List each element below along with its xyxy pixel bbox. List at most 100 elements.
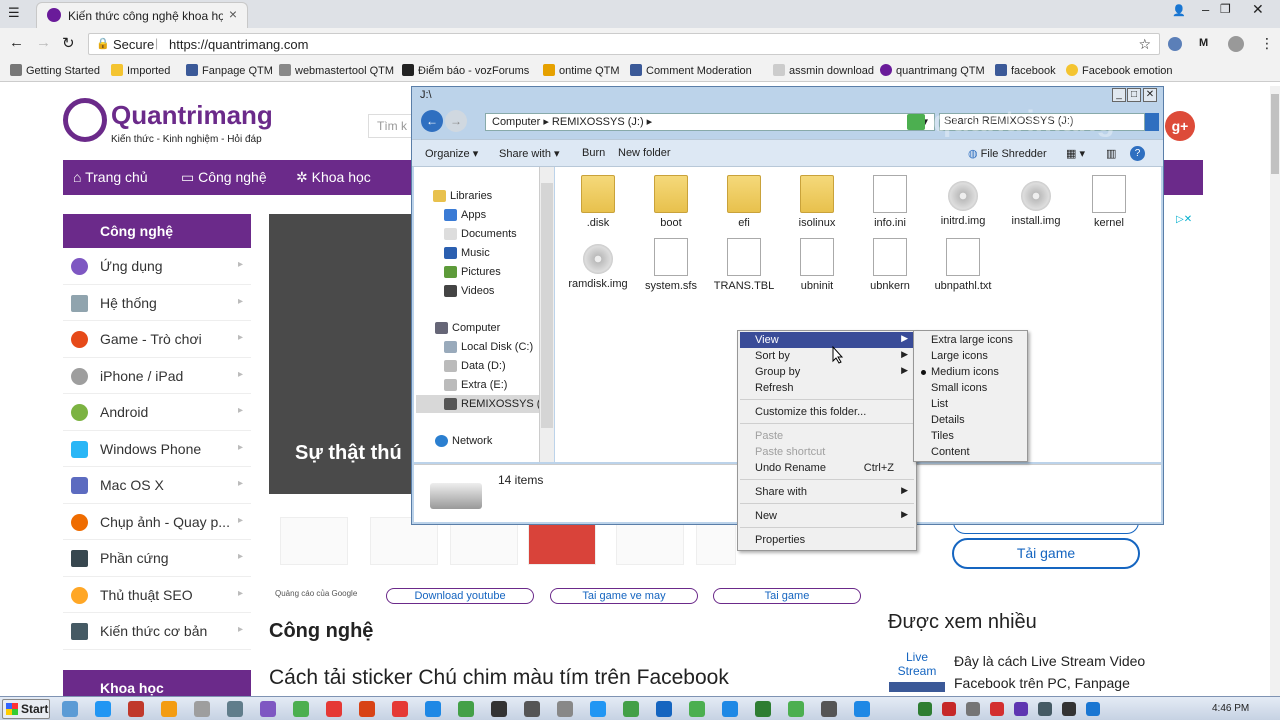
site-logo[interactable]: Quantrimang Kiến thức - Kinh nghiệm - Hỏ…: [63, 98, 283, 148]
view-options-icon[interactable]: ▦ ▾: [1066, 147, 1085, 160]
tray-icon[interactable]: [966, 702, 980, 716]
page-scrollbar[interactable]: [1270, 86, 1280, 696]
help-icon[interactable]: ?: [1130, 146, 1145, 161]
taskbar-app-icon[interactable]: [95, 701, 111, 717]
taskbar-app-icon[interactable]: [458, 701, 474, 717]
back-icon[interactable]: ←: [421, 110, 443, 132]
hero-image[interactable]: Sự thật thú: [269, 214, 414, 494]
view-large-icons[interactable]: Large icons: [916, 348, 1026, 364]
file-item[interactable]: boot: [636, 175, 706, 229]
reload-icon[interactable]: ↻: [62, 34, 75, 52]
menu-paste[interactable]: Paste: [740, 428, 914, 444]
view-medium-icons[interactable]: Medium icons: [916, 364, 1026, 380]
taskbar-app-icon[interactable]: [260, 701, 276, 717]
nav-music[interactable]: Music: [444, 247, 490, 259]
nav-home[interactable]: ⌂ Trang chủ: [73, 169, 148, 185]
taskbar-app-icon[interactable]: [854, 701, 870, 717]
file-item[interactable]: info.ini: [855, 175, 925, 229]
taskbar-app-icon[interactable]: [62, 701, 78, 717]
taskbar-app-icon[interactable]: [227, 701, 243, 717]
nav-drive-e[interactable]: Extra (E:): [444, 379, 507, 391]
file-item[interactable]: ramdisk.img: [563, 238, 633, 290]
taskbar-app-icon[interactable]: [590, 701, 606, 717]
minimize-icon[interactable]: –: [1202, 2, 1209, 17]
file-shredder-button[interactable]: ◍ File Shredder: [968, 147, 1047, 160]
taskbar-app-icon[interactable]: [194, 701, 210, 717]
file-item[interactable]: TRANS.TBL: [709, 238, 779, 292]
search-icon[interactable]: [1145, 113, 1159, 131]
sidebar-item[interactable]: Ứng dụng ▸: [63, 248, 251, 285]
extension-icon[interactable]: [1168, 37, 1182, 51]
taskbar-app-icon[interactable]: [392, 701, 408, 717]
sidebar-item[interactable]: Android ▸: [63, 394, 251, 431]
start-button[interactable]: Start: [2, 699, 50, 719]
sidebar-item[interactable]: iPhone / iPad ▸: [63, 358, 251, 394]
sidebar-item[interactable]: Windows Phone ▸: [63, 431, 251, 467]
file-item[interactable]: kernel: [1074, 175, 1144, 229]
taskbar-app-icon[interactable]: [491, 701, 507, 717]
maximize-icon[interactable]: □: [1127, 88, 1141, 102]
taskbar-app-icon[interactable]: [722, 701, 738, 717]
sidebar-item[interactable]: Thủ thuật SEO ▸: [63, 577, 251, 613]
profile-icon[interactable]: 👤: [1172, 4, 1186, 17]
taskbar-app-icon[interactable]: [755, 701, 771, 717]
tray-icon[interactable]: [1014, 702, 1028, 716]
sidebar-item[interactable]: Chụp ảnh - Quay p... ▸: [63, 504, 251, 540]
bookmark-item[interactable]: Getting Started: [10, 64, 100, 77]
refresh-icon[interactable]: [907, 114, 925, 130]
file-item[interactable]: .disk: [563, 175, 633, 229]
taskbar-app-icon[interactable]: [557, 701, 573, 717]
file-item[interactable]: initrd.img: [928, 175, 998, 227]
bookmark-item[interactable]: Facebook emotion: [1066, 64, 1173, 77]
avatar-icon[interactable]: [1228, 36, 1244, 52]
taskbar-app-icon[interactable]: [293, 701, 309, 717]
share-with-button[interactable]: Share with ▾: [499, 147, 560, 160]
forward-icon[interactable]: →: [445, 110, 467, 132]
nav-libraries[interactable]: Libraries: [433, 190, 492, 202]
tray-icon[interactable]: [918, 702, 932, 716]
file-item[interactable]: system.sfs: [636, 238, 706, 292]
taskbar-app-icon[interactable]: [326, 701, 342, 717]
sidebar-item[interactable]: Game - Trò chơi ▸: [63, 321, 251, 358]
bookmark-item[interactable]: facebook: [995, 64, 1056, 77]
bookmark-item[interactable]: quantrimang QTM: [880, 64, 985, 77]
file-item[interactable]: efi: [709, 175, 779, 229]
file-item[interactable]: isolinux: [782, 175, 852, 229]
close-icon[interactable]: ✕: [1143, 88, 1157, 102]
tai-game-button[interactable]: Tải game: [952, 538, 1140, 569]
bookmark-item[interactable]: Fanpage QTM: [186, 64, 273, 77]
taskbar-app-icon[interactable]: [689, 701, 705, 717]
view-list[interactable]: List: [916, 396, 1026, 412]
nav-videos[interactable]: Videos: [444, 285, 494, 297]
site-search-input[interactable]: Tìm k: [368, 114, 412, 138]
bookmark-item[interactable]: webmastertool QTM: [279, 64, 394, 77]
close-tab-icon[interactable]: ×: [229, 6, 237, 22]
taskbar-app-icon[interactable]: [425, 701, 441, 717]
taskbar-app-icon[interactable]: [524, 701, 540, 717]
taskbar-app-icon[interactable]: [359, 701, 375, 717]
menu-share-with[interactable]: Share with ▶: [740, 484, 914, 500]
bookmark-item[interactable]: ontime QTM: [543, 64, 620, 77]
tray-icon[interactable]: [1062, 702, 1076, 716]
menu-paste-shortcut[interactable]: Paste shortcut: [740, 444, 914, 460]
view-content[interactable]: Content: [916, 444, 1026, 460]
tray-icon[interactable]: [1086, 702, 1100, 716]
tray-icon[interactable]: [1038, 702, 1052, 716]
nav-apps[interactable]: Apps: [444, 209, 486, 221]
taskbar-app-icon[interactable]: [128, 701, 144, 717]
organize-button[interactable]: Organize ▾: [425, 147, 478, 160]
nav-documents[interactable]: Documents: [444, 228, 517, 240]
ad-link[interactable]: Download youtube: [386, 588, 534, 604]
sidebar-item[interactable]: Hệ thống ▸: [63, 285, 251, 321]
breadcrumb[interactable]: Computer ▸ REMIXOSSYS (J:) ▸ ▾: [485, 113, 935, 131]
nav-computer[interactable]: Computer: [435, 322, 500, 334]
tray-icon[interactable]: [990, 702, 1004, 716]
bookmark-item[interactable]: Imported: [111, 64, 170, 77]
restore-icon[interactable]: ❐: [1220, 2, 1231, 16]
browser-tab[interactable]: Kiến thức công nghệ khoa học ×: [36, 2, 248, 28]
view-details[interactable]: Details: [916, 412, 1026, 428]
ad-link[interactable]: Tai game ve may: [550, 588, 698, 604]
forward-icon[interactable]: →: [36, 34, 51, 51]
sidebar-item[interactable]: Phần cứng ▸: [63, 540, 251, 577]
nav-network[interactable]: Network: [435, 435, 492, 447]
